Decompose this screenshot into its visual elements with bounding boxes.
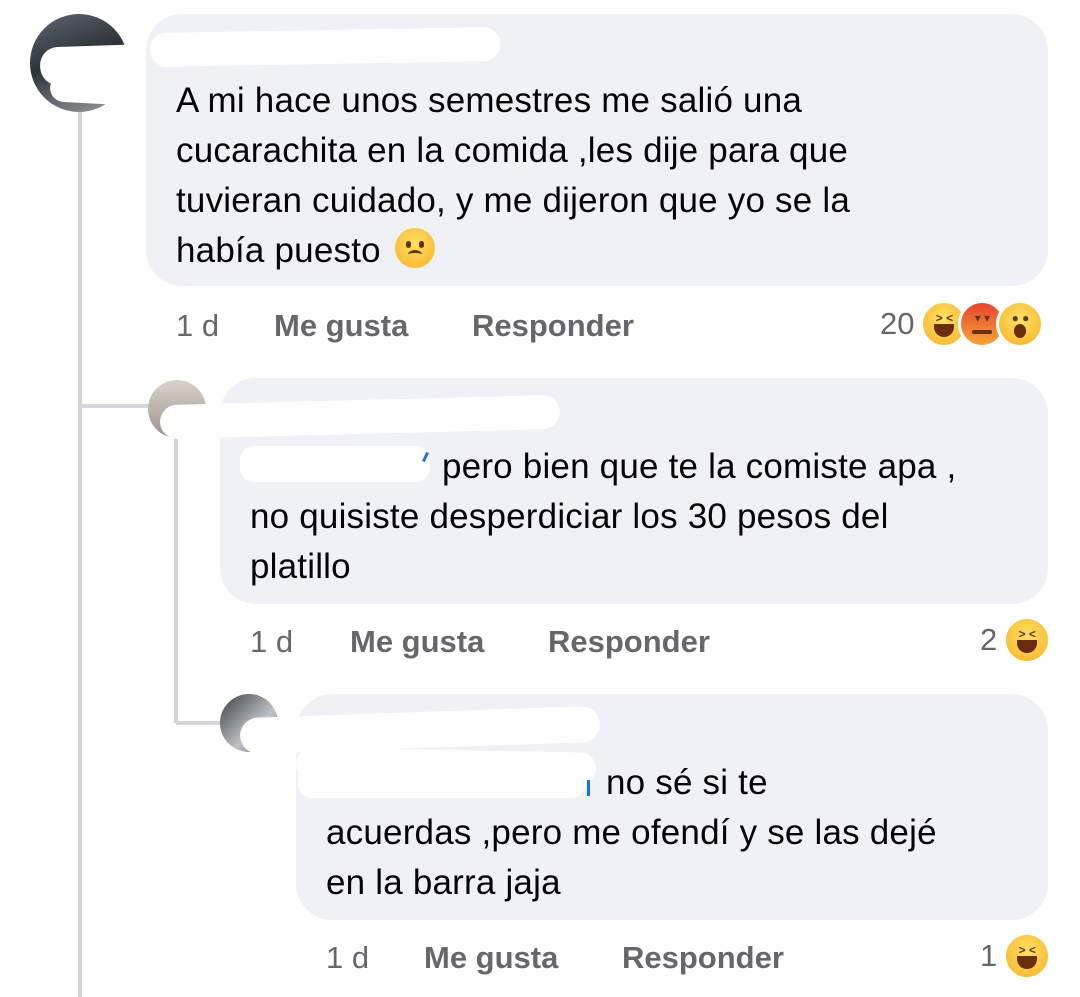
- laugh-emoji: > <: [1003, 616, 1052, 664]
- comment-text: pero bien que te la comiste apa , no qui…: [250, 447, 957, 586]
- reply-button[interactable]: Responder: [622, 940, 784, 976]
- like-button[interactable]: Me gusta: [350, 624, 484, 660]
- wow-emoji: ● ●: [996, 300, 1045, 348]
- reaction-summary[interactable]: 20 > < ▾ ▾ ● ●: [880, 300, 1045, 348]
- reaction-summary[interactable]: 2 > <: [980, 616, 1052, 664]
- laugh-emoji: > <: [1003, 932, 1052, 980]
- thread-line-branch-1: [80, 404, 150, 408]
- comment-text: no sé si te acuerdas ,pero me ofendí y s…: [326, 763, 937, 902]
- reaction-summary[interactable]: 1 > <: [980, 932, 1052, 980]
- reply-button[interactable]: Responder: [472, 308, 634, 344]
- comment-timestamp[interactable]: 1 d: [326, 940, 369, 976]
- comment-text: A mi hace unos semestres me salió una cu…: [176, 81, 850, 270]
- thread-line-sub: [174, 438, 178, 723]
- thread-line-branch-2: [176, 721, 226, 725]
- like-button[interactable]: Me gusta: [424, 940, 558, 976]
- reply-button[interactable]: Responder: [548, 624, 710, 660]
- redacted-author-overlay: [149, 26, 501, 68]
- sad-face-emoji: [394, 228, 435, 268]
- reaction-count: 20: [880, 306, 915, 341]
- reaction-count: 2: [980, 622, 998, 657]
- comment-timestamp[interactable]: 1 d: [176, 308, 219, 344]
- comment-timestamp[interactable]: 1 d: [250, 624, 293, 660]
- thread-line-main: [78, 112, 82, 997]
- reaction-count: 1: [980, 938, 998, 973]
- like-button[interactable]: Me gusta: [274, 308, 408, 344]
